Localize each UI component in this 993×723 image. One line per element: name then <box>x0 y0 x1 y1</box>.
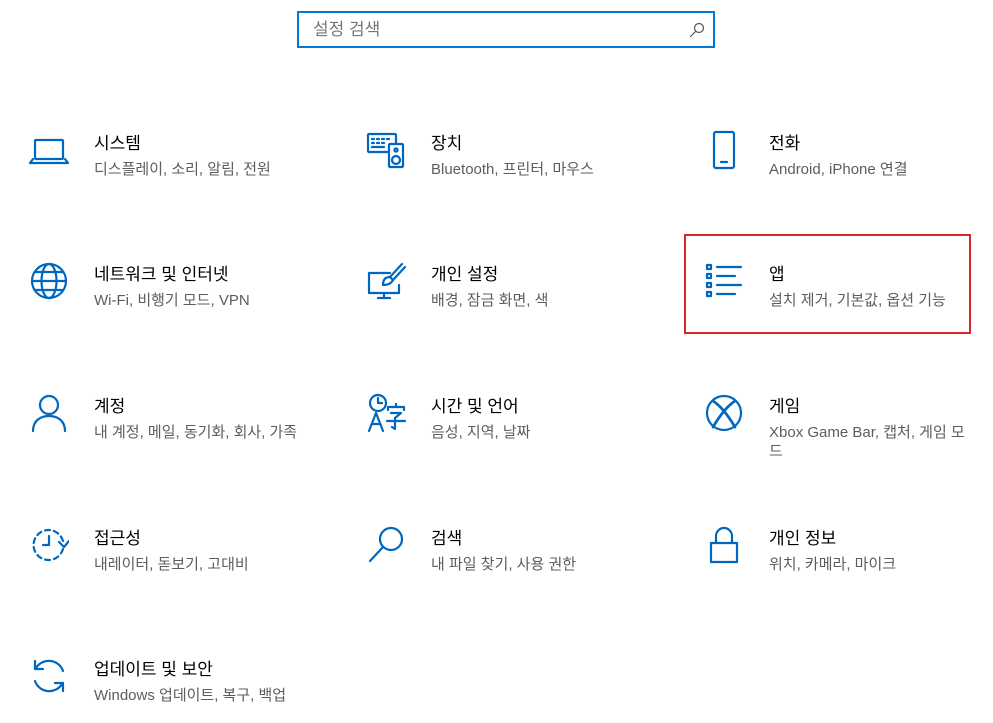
apps-list-icon <box>704 261 744 301</box>
search-icon <box>366 525 406 565</box>
tile-subtitle: Wi-Fi, 비행기 모드, VPN <box>94 292 250 309</box>
tile-title: 개인 정보 <box>769 529 837 548</box>
tile-subtitle: 디스플레이, 소리, 알림, 전원 <box>94 161 271 178</box>
person-icon <box>29 393 69 433</box>
tile-title: 시스템 <box>94 134 141 153</box>
tile-title: 앱 <box>769 265 785 284</box>
tile-title: 계정 <box>94 397 126 416</box>
globe-icon <box>29 261 69 301</box>
tile-subtitle: 내레이터, 돋보기, 고대비 <box>94 556 249 573</box>
lock-icon <box>704 525 744 565</box>
sync-icon <box>29 656 69 696</box>
search-icon <box>689 22 705 38</box>
tile-accounts[interactable]: 계정 내 계정, 메일, 동기화, 회사, 가족 <box>9 366 298 458</box>
tile-phone[interactable]: 전화 Android, iPhone 연결 <box>684 103 971 195</box>
tile-gaming[interactable]: 게임 Xbox Game Bar, 캡처, 게임 모드 <box>684 366 971 460</box>
tile-title: 네트워크 및 인터넷 <box>94 265 229 284</box>
tile-title: 장치 <box>431 134 463 153</box>
tile-subtitle: 위치, 카메라, 마이크 <box>769 556 897 573</box>
tile-subtitle: 내 계정, 메일, 동기화, 회사, 가족 <box>94 424 298 441</box>
tile-apps[interactable]: 앱 설치 제거, 기본값, 옵션 기능 <box>684 234 971 326</box>
search-box[interactable] <box>297 11 715 48</box>
tile-subtitle: Bluetooth, 프린터, 마우스 <box>431 161 594 178</box>
tile-system[interactable]: 시스템 디스플레이, 소리, 알림, 전원 <box>9 103 296 195</box>
xbox-icon <box>704 393 744 433</box>
phone-icon <box>704 130 744 170</box>
tile-subtitle: Windows 업데이트, 복구, 백업 <box>94 687 287 704</box>
personalization-icon <box>366 261 406 301</box>
tile-personalization[interactable]: 개인 설정 배경, 잠금 화면, 색 <box>346 234 633 326</box>
tile-time-language[interactable]: 시간 및 언어 음성, 지역, 날짜 <box>346 366 633 458</box>
tile-title: 검색 <box>431 529 463 548</box>
tile-update-security[interactable]: 업데이트 및 보안 Windows 업데이트, 복구, 백업 <box>9 629 296 721</box>
tile-title: 시간 및 언어 <box>431 397 519 416</box>
tile-devices[interactable]: 장치 Bluetooth, 프린터, 마우스 <box>346 103 633 195</box>
search-input[interactable] <box>299 13 669 46</box>
tile-subtitle: 음성, 지역, 날짜 <box>431 424 531 441</box>
time-language-icon <box>366 393 406 433</box>
laptop-icon <box>29 130 69 170</box>
tile-title: 개인 설정 <box>431 265 499 284</box>
tile-privacy[interactable]: 개인 정보 위치, 카메라, 마이크 <box>684 498 971 590</box>
tile-subtitle: Xbox Game Bar, 캡처, 게임 모드 <box>769 424 965 460</box>
tile-subtitle: 배경, 잠금 화면, 색 <box>431 292 549 309</box>
tile-title: 업데이트 및 보안 <box>94 660 213 679</box>
tile-subtitle: 설치 제거, 기본값, 옵션 기능 <box>769 292 946 309</box>
devices-icon <box>366 130 406 170</box>
tile-title: 전화 <box>769 134 801 153</box>
tile-network[interactable]: 네트워크 및 인터넷 Wi-Fi, 비행기 모드, VPN <box>9 234 296 326</box>
tile-title: 접근성 <box>94 529 141 548</box>
ease-of-access-icon <box>29 525 69 565</box>
tile-title: 게임 <box>769 397 801 416</box>
tile-ease-of-access[interactable]: 접근성 내레이터, 돋보기, 고대비 <box>9 498 296 590</box>
tile-subtitle: Android, iPhone 연결 <box>769 161 908 178</box>
tile-search[interactable]: 검색 내 파일 찾기, 사용 권한 <box>346 498 633 590</box>
tile-subtitle: 내 파일 찾기, 사용 권한 <box>431 556 577 573</box>
